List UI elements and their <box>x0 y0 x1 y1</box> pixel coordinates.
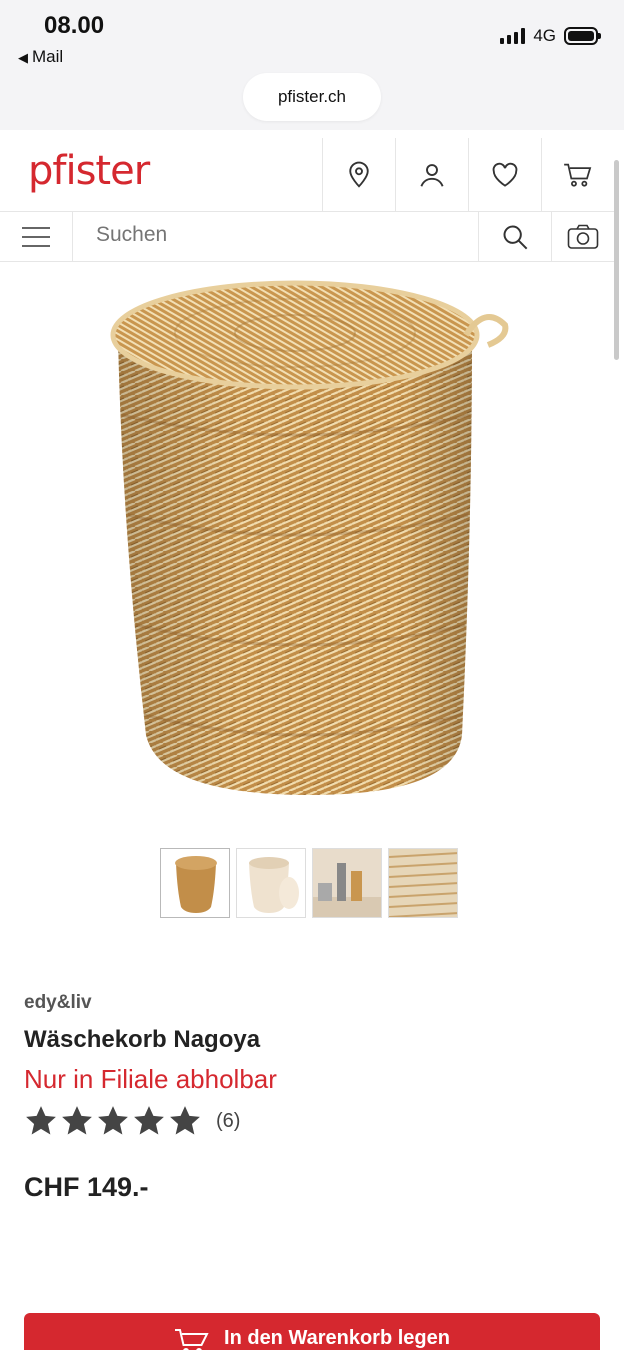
thumbnail-4[interactable] <box>388 848 458 918</box>
product-rating[interactable]: (6) <box>24 1104 240 1138</box>
star-icon <box>134 1106 164 1135</box>
account-button[interactable] <box>395 138 468 212</box>
store-locator-button[interactable] <box>322 138 395 212</box>
thumbnail-2[interactable] <box>236 848 306 918</box>
star-icon <box>98 1106 128 1135</box>
product-brand[interactable]: edy&liv <box>24 992 92 1014</box>
page-scrollbar[interactable] <box>614 160 619 360</box>
camera-search-button[interactable] <box>551 212 614 262</box>
star-icon <box>26 1106 56 1135</box>
basket-open-thumbnail <box>249 857 299 913</box>
cart-icon <box>564 163 592 187</box>
back-app-label: Mail <box>32 47 64 66</box>
url-bar[interactable]: pfister.ch <box>243 73 381 121</box>
camera-icon <box>567 224 599 249</box>
add-to-cart-button[interactable]: In den Warenkorb legen <box>24 1313 600 1350</box>
basket-thumbnail <box>175 856 217 913</box>
rating-stars <box>24 1104 202 1138</box>
status-time: 08.00 <box>44 12 105 39</box>
cart-button[interactable] <box>541 138 614 212</box>
availability-status: Nur in Filiale abholbar <box>24 1064 277 1094</box>
status-bar: 08.00 ◀ Mail 4G pfister.ch <box>0 0 624 130</box>
room-scene-thumbnail <box>313 849 381 917</box>
search-button[interactable] <box>478 212 551 262</box>
add-to-cart-label: In den Warenkorb legen <box>224 1327 450 1349</box>
signal-icon <box>500 28 526 44</box>
system-icons: 4G <box>500 26 601 46</box>
location-pin-icon <box>349 161 369 188</box>
heart-icon <box>492 162 518 187</box>
wishlist-button[interactable] <box>468 138 541 212</box>
star-icon <box>170 1106 200 1135</box>
thumbnail-gallery <box>160 848 458 918</box>
site-header: pfister <box>0 138 614 212</box>
search-icon <box>503 225 528 250</box>
back-to-app-link[interactable]: ◀ Mail <box>18 47 63 67</box>
product-name: Wäschekorb Nagoya <box>24 1026 261 1053</box>
thumbnail-1[interactable] <box>160 848 230 918</box>
menu-icon <box>22 227 50 247</box>
thumbnail-3[interactable] <box>312 848 382 918</box>
menu-button[interactable] <box>0 212 73 262</box>
search-input[interactable] <box>96 223 456 247</box>
search-bar <box>0 212 614 262</box>
product-price: CHF 149.- <box>24 1172 149 1202</box>
user-icon <box>420 164 444 187</box>
network-type: 4G <box>533 26 556 45</box>
star-icon <box>62 1106 92 1135</box>
weave-detail-thumbnail <box>389 849 457 917</box>
battery-icon <box>564 27 601 45</box>
cart-icon <box>175 1329 209 1350</box>
product-image[interactable] <box>100 275 520 805</box>
pfister-logo[interactable]: pfister <box>28 148 150 194</box>
rating-count: (6) <box>216 1109 241 1132</box>
back-arrow-icon: ◀ <box>18 50 28 65</box>
